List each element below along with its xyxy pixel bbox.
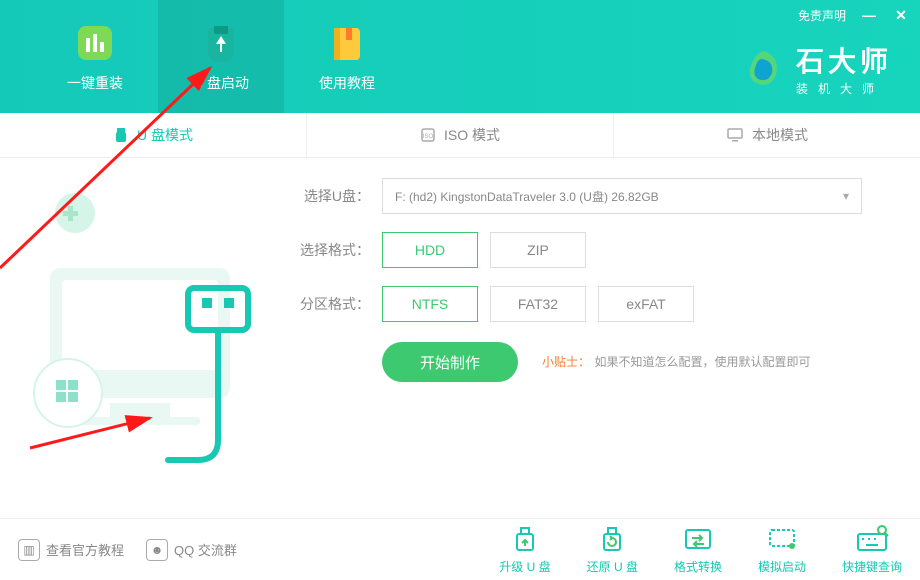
book-open-icon: ▥ [18,539,40,561]
tool-label: 还原 U 盘 [587,558,638,575]
monitor-icon [726,127,744,143]
usb-icon [113,127,129,143]
logo-icon [742,47,786,91]
tab-iso-mode[interactable]: ISO ISO 模式 [307,113,614,157]
usb-illustration [20,178,280,478]
tab-local-mode[interactable]: 本地模式 [614,113,920,157]
minimize-button[interactable]: — [860,6,878,24]
nav-tutorial[interactable]: 使用教程 [284,0,410,113]
tool-upgrade-usb[interactable]: 升级 U 盘 [499,524,550,575]
nav-label: U 盘启动 [193,73,249,93]
link-label: 查看官方教程 [46,540,124,559]
simulate-icon [764,524,800,554]
disclaimer-link[interactable]: 免责声明 [798,7,846,24]
tab-label: 本地模式 [752,125,808,145]
book-icon [325,21,369,65]
partition-label: 分区格式： [300,294,370,314]
partition-exfat[interactable]: exFAT [598,286,694,322]
usb-select-value: F: (hd2) KingstonDataTraveler 3.0 (U盘) 2… [395,188,659,205]
tip-label: 小贴士： [542,355,590,369]
select-u-label: 选择U盘： [300,186,370,206]
usb-select[interactable]: F: (hd2) KingstonDataTraveler 3.0 (U盘) 2… [382,178,862,214]
partition-ntfs[interactable]: NTFS [382,286,478,322]
close-button[interactable]: ✕ [892,6,910,24]
keyboard-icon [854,524,890,554]
tool-label: 模拟启动 [758,558,806,575]
tab-label: ISO 模式 [444,125,500,145]
nav-usb-boot[interactable]: U 盘启动 [158,0,284,113]
official-tutorial-link[interactable]: ▥ 查看官方教程 [18,539,124,561]
tool-label: 升级 U 盘 [499,558,550,575]
tab-usb-mode[interactable]: U 盘模式 [0,113,307,157]
tool-format-convert[interactable]: 格式转换 [674,524,722,575]
iso-icon: ISO [420,127,436,143]
restore-icon [594,524,630,554]
nav-label: 一键重装 [67,73,123,93]
nav-reinstall[interactable]: 一键重装 [32,0,158,113]
tab-label: U 盘模式 [137,125,193,145]
link-label: QQ 交流群 [174,540,237,559]
nav-label: 使用教程 [319,73,375,93]
format-zip[interactable]: ZIP [490,232,586,268]
tool-label: 快捷键查询 [842,558,902,575]
qq-icon: ☻ [146,539,168,561]
tool-simulate-boot[interactable]: 模拟启动 [758,524,806,575]
tool-hotkey-query[interactable]: 快捷键查询 [842,524,902,575]
tip-text: 如果不知道怎么配置，使用默认配置即可 [594,355,810,369]
svg-text:ISO: ISO [423,134,434,140]
format-label: 选择格式： [300,240,370,260]
qq-group-link[interactable]: ☻ QQ 交流群 [146,539,237,561]
partition-fat32[interactable]: FAT32 [490,286,586,322]
usb-shield-icon [199,21,243,65]
chevron-down-icon: ▾ [843,189,849,203]
brand-logo: 石大师 装机大师 [742,40,892,97]
format-hdd[interactable]: HDD [382,232,478,268]
convert-icon [680,524,716,554]
upgrade-icon [507,524,543,554]
start-button[interactable]: 开始制作 [382,342,518,382]
brand-title: 石大师 [796,40,892,80]
tool-restore-usb[interactable]: 还原 U 盘 [587,524,638,575]
brand-subtitle: 装机大师 [796,80,892,97]
tool-label: 格式转换 [674,558,722,575]
bar-chart-icon [73,21,117,65]
